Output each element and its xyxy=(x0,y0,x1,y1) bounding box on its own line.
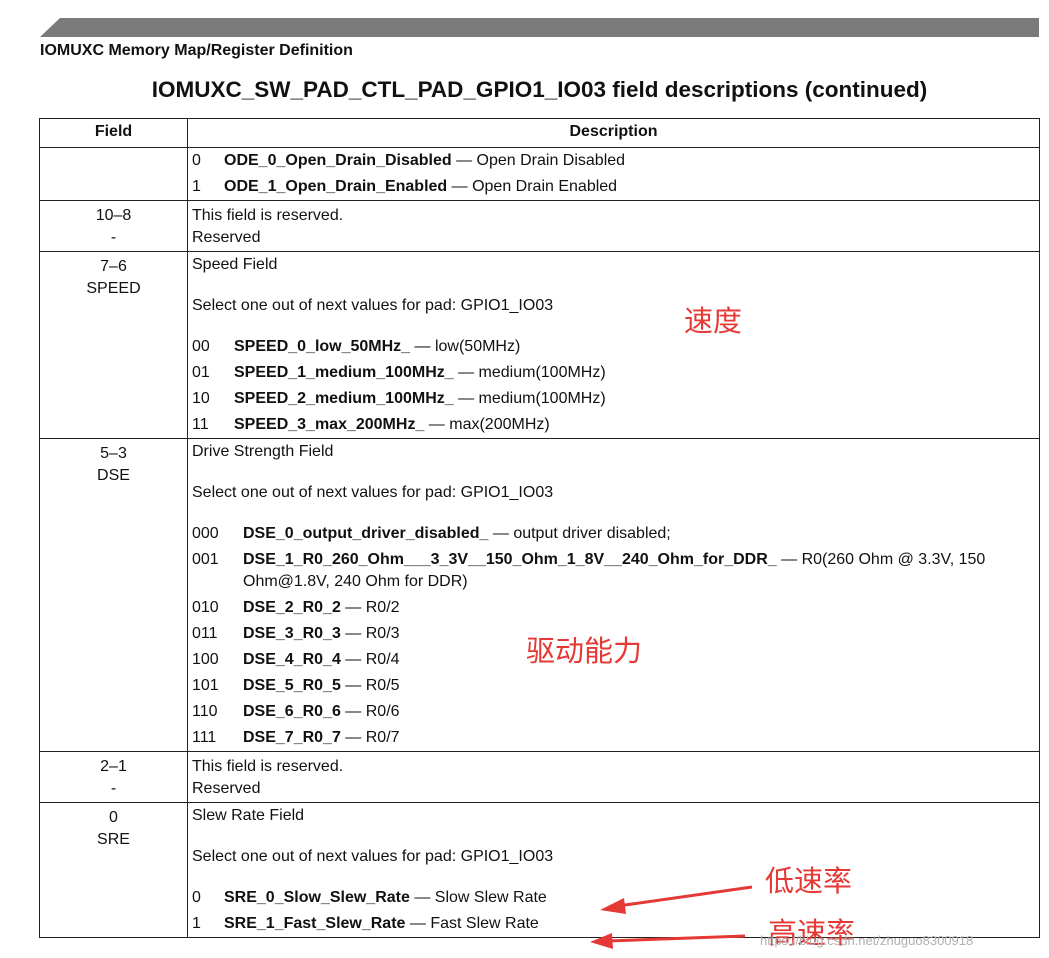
arrow-slow-icon xyxy=(600,885,753,914)
annotation-arrows xyxy=(590,885,753,949)
watermark: https://blog.csdn.net/zhuguo8300918 xyxy=(760,933,974,948)
arrow-fast-icon xyxy=(590,933,746,949)
